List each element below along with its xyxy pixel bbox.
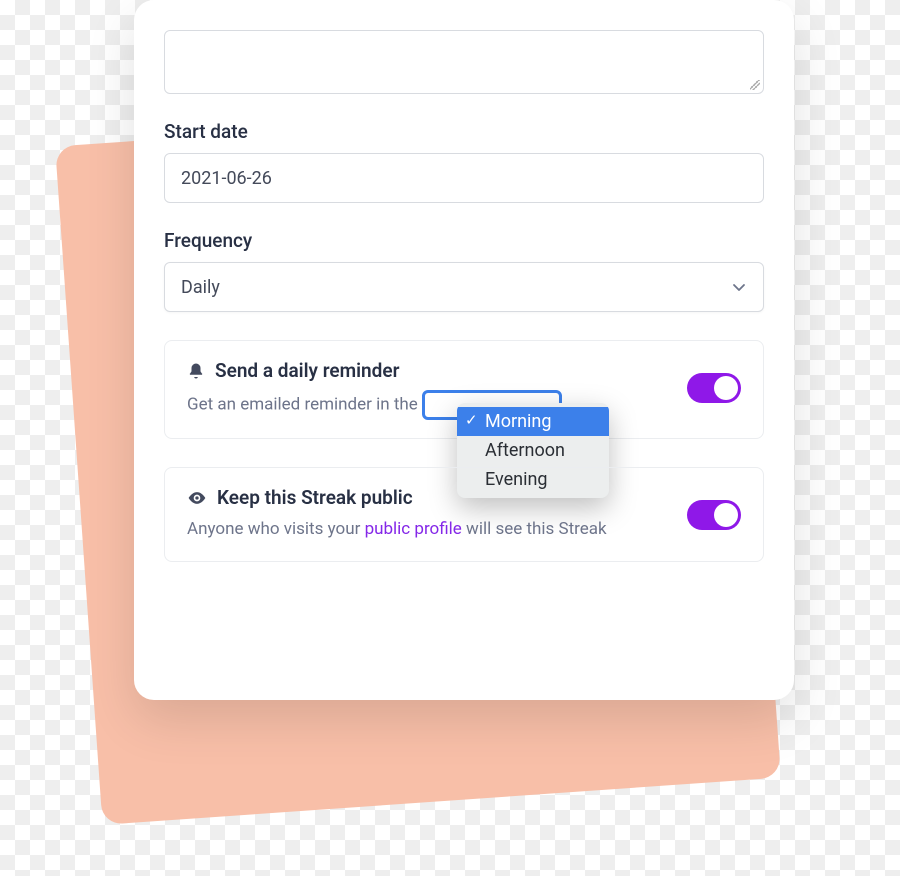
description-textarea[interactable] [164, 30, 764, 94]
reminder-toggle[interactable] [687, 373, 741, 403]
reminder-title: Send a daily reminder [215, 359, 399, 382]
start-date-input[interactable]: 2021-06-26 [164, 153, 764, 203]
frequency-value: Daily [181, 277, 220, 298]
dropdown-option-morning[interactable]: Morning [457, 407, 609, 436]
reminder-desc: Get an emailed reminder in the [187, 390, 687, 420]
start-date-value: 2021-06-26 [181, 168, 272, 189]
public-profile-link[interactable]: public profile [365, 519, 462, 539]
frequency-select[interactable]: Daily [164, 262, 764, 312]
dropdown-option-afternoon[interactable]: Afternoon [457, 436, 609, 465]
public-toggle[interactable] [687, 500, 741, 530]
public-title: Keep this Streak public [217, 486, 413, 509]
frequency-label: Frequency [164, 229, 764, 252]
bell-icon [187, 362, 205, 380]
start-date-label: Start date [164, 120, 764, 143]
public-setting: Keep this Streak public Anyone who visit… [164, 467, 764, 562]
public-desc: Anyone who visits your public profile wi… [187, 517, 687, 543]
reminder-setting: Send a daily reminder Get an emailed rem… [164, 340, 764, 439]
settings-card: Start date 2021-06-26 Frequency Daily Se… [134, 0, 794, 700]
chevron-down-icon [731, 279, 747, 295]
eye-icon [187, 488, 207, 508]
